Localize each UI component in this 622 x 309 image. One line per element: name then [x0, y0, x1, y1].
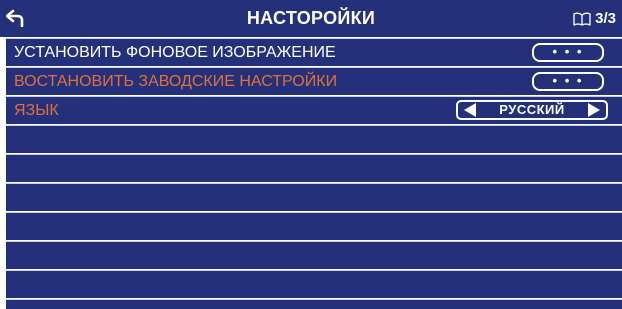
empty-row [6, 270, 622, 298]
language-selector[interactable]: РУССКИЙ [456, 100, 608, 120]
page-number: 3/3 [595, 10, 616, 27]
empty-row [6, 241, 622, 269]
factory-reset-options-button[interactable]: • • • [532, 72, 604, 91]
arrow-left-icon[interactable] [464, 103, 476, 117]
empty-row [6, 212, 622, 240]
background-options-button[interactable]: • • • [532, 43, 604, 62]
arrow-right-icon[interactable] [588, 103, 600, 117]
header-bar: НАСТОРОЙКИ 3/3 [0, 0, 622, 37]
book-icon [573, 12, 591, 26]
empty-row [6, 125, 622, 153]
empty-row [6, 154, 622, 182]
setting-label-language: ЯЗЫК [14, 102, 59, 119]
page-indicator: 3/3 [573, 0, 616, 37]
empty-row [6, 183, 622, 211]
setting-label-background: УСТАНОВИТЬ ФОНОВОЕ ИЗОБРАЖЕНИЕ [14, 44, 336, 61]
setting-label-factory-reset: ВОСТАНОВИТЬ ЗАВОДСКИЕ НАСТРОЙКИ [14, 73, 338, 90]
setting-row-factory-reset[interactable]: ВОСТАНОВИТЬ ЗАВОДСКИЕ НАСТРОЙКИ • • • [6, 67, 622, 95]
empty-row [6, 299, 622, 309]
page-title: НАСТОРОЙКИ [246, 8, 376, 28]
setting-row-language[interactable]: ЯЗЫК РУССКИЙ [6, 96, 622, 124]
language-value: РУССКИЙ [499, 102, 565, 117]
settings-list: УСТАНОВИТЬ ФОНОВОЕ ИЗОБРАЖЕНИЕ • • • ВОС… [6, 38, 622, 309]
settings-screen: НАСТОРОЙКИ 3/3 УСТАНОВИТЬ ФОНОВОЕ ИЗОБРА… [0, 0, 622, 309]
setting-row-background[interactable]: УСТАНОВИТЬ ФОНОВОЕ ИЗОБРАЖЕНИЕ • • • [6, 38, 622, 66]
